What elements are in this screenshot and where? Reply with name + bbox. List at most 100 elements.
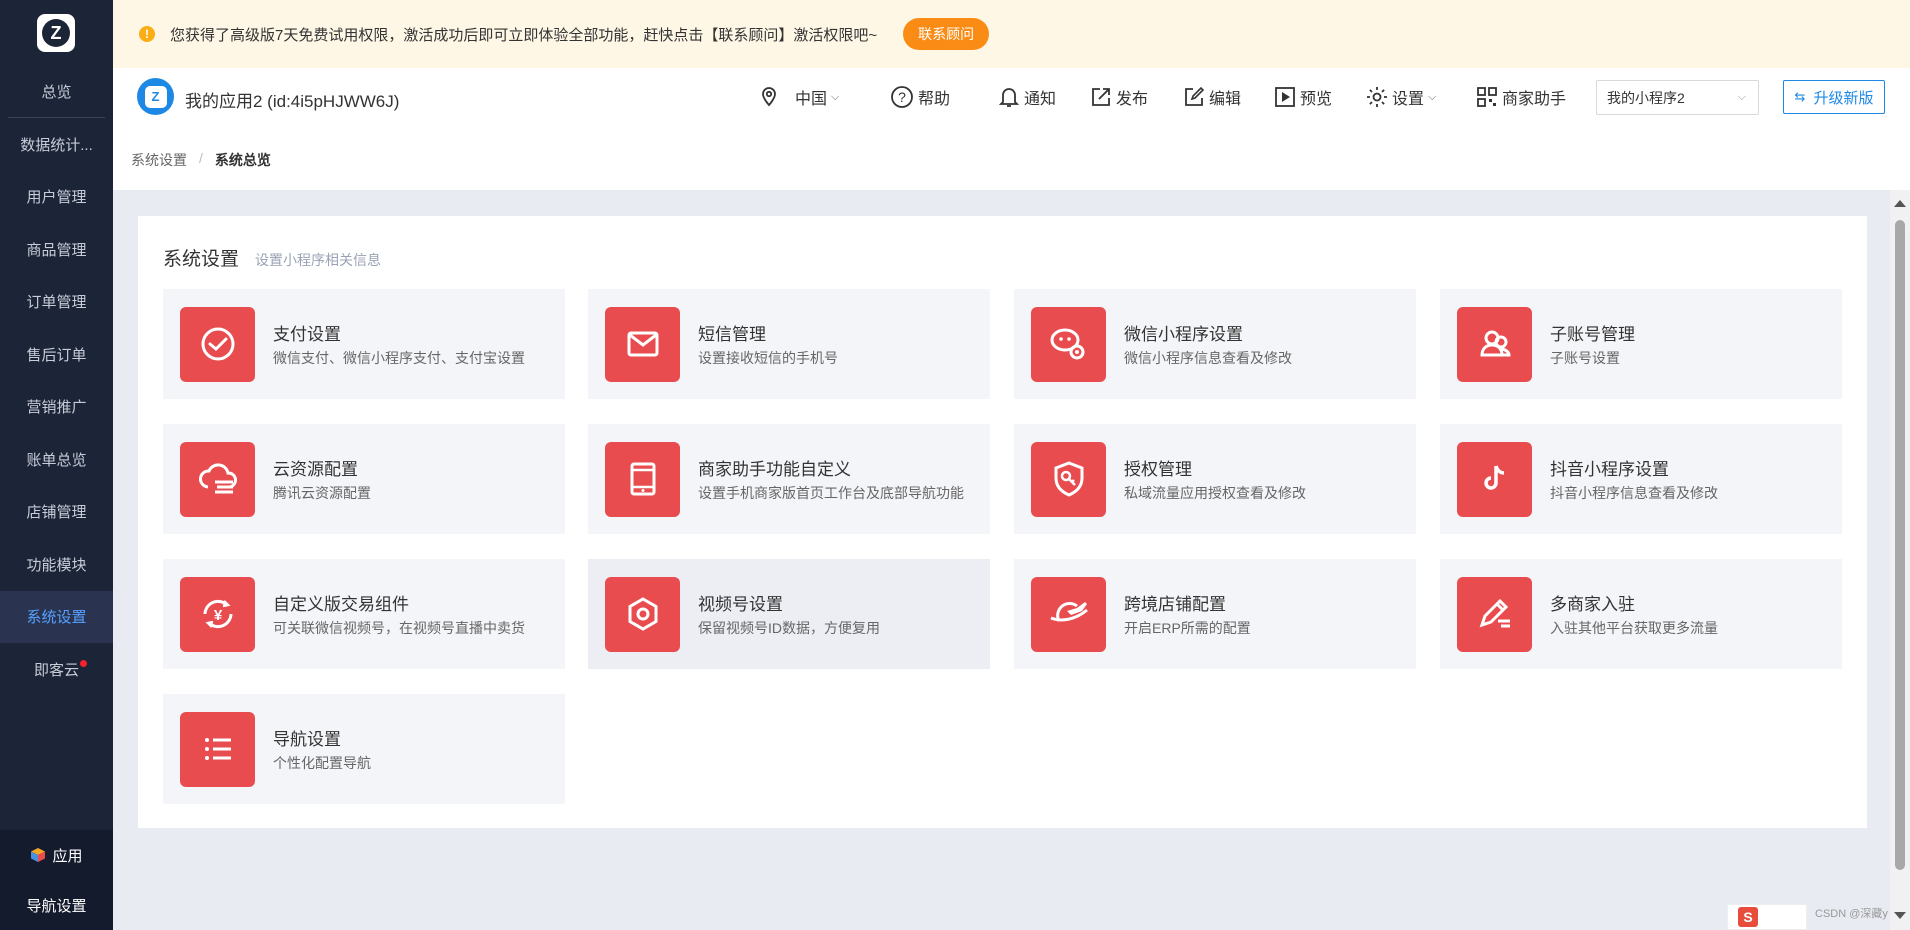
tile-title: 视频号设置 (698, 594, 783, 614)
tile-desc: 抖音小程序信息查看及修改 (1550, 484, 1718, 501)
sidebar-item-marketing[interactable]: 营销推广 (0, 381, 113, 434)
warning-icon: ! (139, 26, 155, 42)
sidebar-item-system-settings[interactable]: 系统设置 (0, 590, 113, 643)
yen-cycle-icon: ¥ (180, 576, 255, 652)
notice-text: 您获得了高级版7天免费试用权限，激活成功后即可立即体验全部功能，赶快点击【联系顾… (170, 26, 878, 44)
publish-icon (1092, 88, 1110, 106)
sidebar-item-statistics[interactable]: 数据统计... (0, 118, 113, 171)
tile-sms-management[interactable]: 短信管理 设置接收短信的手机号 (588, 289, 990, 399)
location-pin-icon (762, 87, 776, 107)
users-icon (1457, 306, 1532, 382)
tile-desc: 微信支付、微信小程序支付、支付宝设置 (273, 349, 525, 366)
csdn-logo-icon: S (1738, 907, 1758, 927)
tile-title: 授权管理 (1124, 459, 1192, 479)
tile-desc: 设置手机商家版首页工作台及底部导航功能 (698, 484, 964, 501)
page-scrollbar[interactable] (1890, 190, 1910, 930)
merchant-assistant-button[interactable]: 商家助手 (1476, 83, 1566, 111)
bell-icon (998, 88, 1020, 107)
svg-text:¥: ¥ (213, 607, 222, 624)
help-button[interactable]: ? 帮助 (890, 83, 950, 111)
sidebar-item-jikeyun[interactable]: 即客云 (0, 643, 113, 696)
sidebar-item-label: 即客云 (33, 661, 79, 679)
tile-title: 抖音小程序设置 (1550, 459, 1669, 479)
scroll-thumb[interactable] (1895, 220, 1905, 870)
logo-letter: Z (42, 19, 70, 47)
upgrade-button[interactable]: ⇆ 升级新版 (1783, 80, 1885, 114)
notify-label: 通知 (1024, 91, 1057, 108)
qrcode-icon (1477, 87, 1497, 107)
apps-label: 应用 (52, 847, 83, 865)
tile-title: 子账号管理 (1550, 324, 1635, 344)
tile-multi-merchant[interactable]: 多商家入驻 入驻其他平台获取更多流量 (1440, 559, 1842, 669)
sidebar-item-orders[interactable]: 订单管理 (0, 276, 113, 329)
sidebar-item-modules[interactable]: 功能模块 (0, 538, 113, 591)
settings-button[interactable]: 设置 ⌵ (1366, 83, 1436, 111)
tile-sub-accounts[interactable]: 子账号管理 子账号设置 (1440, 289, 1842, 399)
scroll-up-arrow-icon[interactable] (1894, 200, 1906, 207)
nav-settings-button[interactable]: 导航设置 (0, 880, 113, 930)
sidebar-item-after-sales[interactable]: 售后订单 (0, 328, 113, 381)
help-label: 帮助 (918, 91, 951, 108)
swap-icon: ⇆ (1794, 89, 1806, 104)
merchant-assistant-label: 商家助手 (1502, 91, 1567, 108)
preview-button[interactable]: 预览 (1274, 83, 1332, 111)
tile-desc: 个性化配置导航 (273, 754, 371, 771)
tile-navigation-settings[interactable]: 导航设置 个性化配置导航 (163, 694, 565, 804)
card-title: 系统设置 (163, 249, 240, 270)
tile-title: 短信管理 (698, 324, 766, 344)
notification-dot (80, 660, 87, 667)
tile-cloud-resources[interactable]: 云资源配置 腾讯云资源配置 (163, 424, 565, 534)
tiktok-icon (1457, 441, 1532, 517)
app-select[interactable]: 我的小程序2 ⌵ (1596, 80, 1759, 115)
tile-wechat-miniprogram-settings[interactable]: 微信小程序设置 微信小程序信息查看及修改 (1014, 289, 1416, 399)
tile-trade-component[interactable]: ¥ 自定义版交易组件 可关联微信视频号，在视频号直播中卖货 (163, 559, 565, 669)
tile-merchant-assistant-custom[interactable]: 商家助手功能自定义 设置手机商家版首页工作台及底部导航功能 (588, 424, 990, 534)
breadcrumb-parent[interactable]: 系统设置 (131, 150, 187, 170)
edit-icon (1185, 86, 1205, 106)
sidebar-item-overview[interactable]: 总览 (8, 66, 105, 118)
tile-douyin-settings[interactable]: 抖音小程序设置 抖音小程序信息查看及修改 (1440, 424, 1842, 534)
app-name: 我的应用2 (id:4i5pHJWW6J) (185, 92, 400, 111)
play-icon (1275, 87, 1295, 107)
publish-button[interactable]: 发布 (1090, 83, 1148, 111)
tile-cross-border-store[interactable]: 跨境店铺配置 开启ERP所需的配置 (1014, 559, 1416, 669)
logo[interactable]: Z (37, 14, 75, 52)
csdn-widget[interactable]: S (1727, 904, 1807, 930)
app-select-value: 我的小程序2 (1607, 89, 1685, 106)
sidebar-item-billing[interactable]: 账单总览 (0, 433, 113, 486)
app-avatar: Z (137, 78, 174, 115)
tile-channels-settings[interactable]: 视频号设置 保留视频号ID数据，方便复用 (588, 559, 990, 669)
tile-payment-settings[interactable]: 支付设置 微信支付、微信小程序支付、支付宝设置 (163, 289, 565, 399)
tile-title: 云资源配置 (273, 459, 358, 479)
apps-button[interactable]: 应用 (0, 830, 113, 880)
settings-card: 系统设置 设置小程序相关信息 支付设置 微信支付、微信小程序支付、支付宝设置 短… (138, 216, 1867, 828)
scroll-down-arrow-icon[interactable] (1894, 912, 1906, 919)
tile-desc: 设置接收短信的手机号 (698, 349, 838, 366)
list-icon (180, 711, 255, 787)
header: Z 我的应用2 (id:4i5pHJWW6J) 中国 ⌵ ? 帮助 通知 发布 … (113, 68, 1910, 128)
sidebar-item-users[interactable]: 用户管理 (0, 171, 113, 224)
edit-button[interactable]: 编辑 (1183, 83, 1241, 111)
region-selector[interactable]: 中国 ⌵ (759, 83, 839, 111)
breadcrumb-separator: / (199, 150, 203, 166)
preview-label: 预览 (1300, 91, 1333, 108)
svg-text:?: ? (898, 89, 906, 105)
tile-title: 支付设置 (273, 324, 341, 344)
contact-advisor-button[interactable]: 联系顾问 (903, 18, 990, 50)
notify-button[interactable]: 通知 (998, 83, 1056, 111)
plane-icon (1031, 576, 1106, 652)
tablet-icon (605, 441, 680, 517)
breadcrumb-current: 系统总览 (214, 152, 271, 168)
tile-authorization[interactable]: 授权管理 私域流量应用授权查看及修改 (1014, 424, 1416, 534)
pen-icon (1457, 576, 1532, 652)
breadcrumb: 系统设置 / 系统总览 (131, 150, 271, 170)
tile-title: 商家助手功能自定义 (698, 459, 851, 479)
wechat-settings-icon (1031, 306, 1106, 382)
hexagon-icon (605, 576, 680, 652)
sidebar-nav: 总览 数据统计... 用户管理 商品管理 订单管理 售后订单 营销推广 账单总览… (0, 66, 113, 696)
sidebar-item-store[interactable]: 店铺管理 (0, 486, 113, 539)
upgrade-label: 升级新版 (1813, 89, 1874, 107)
sidebar-item-products[interactable]: 商品管理 (0, 223, 113, 276)
tile-desc: 开启ERP所需的配置 (1124, 619, 1251, 636)
gear-icon (1367, 87, 1387, 107)
